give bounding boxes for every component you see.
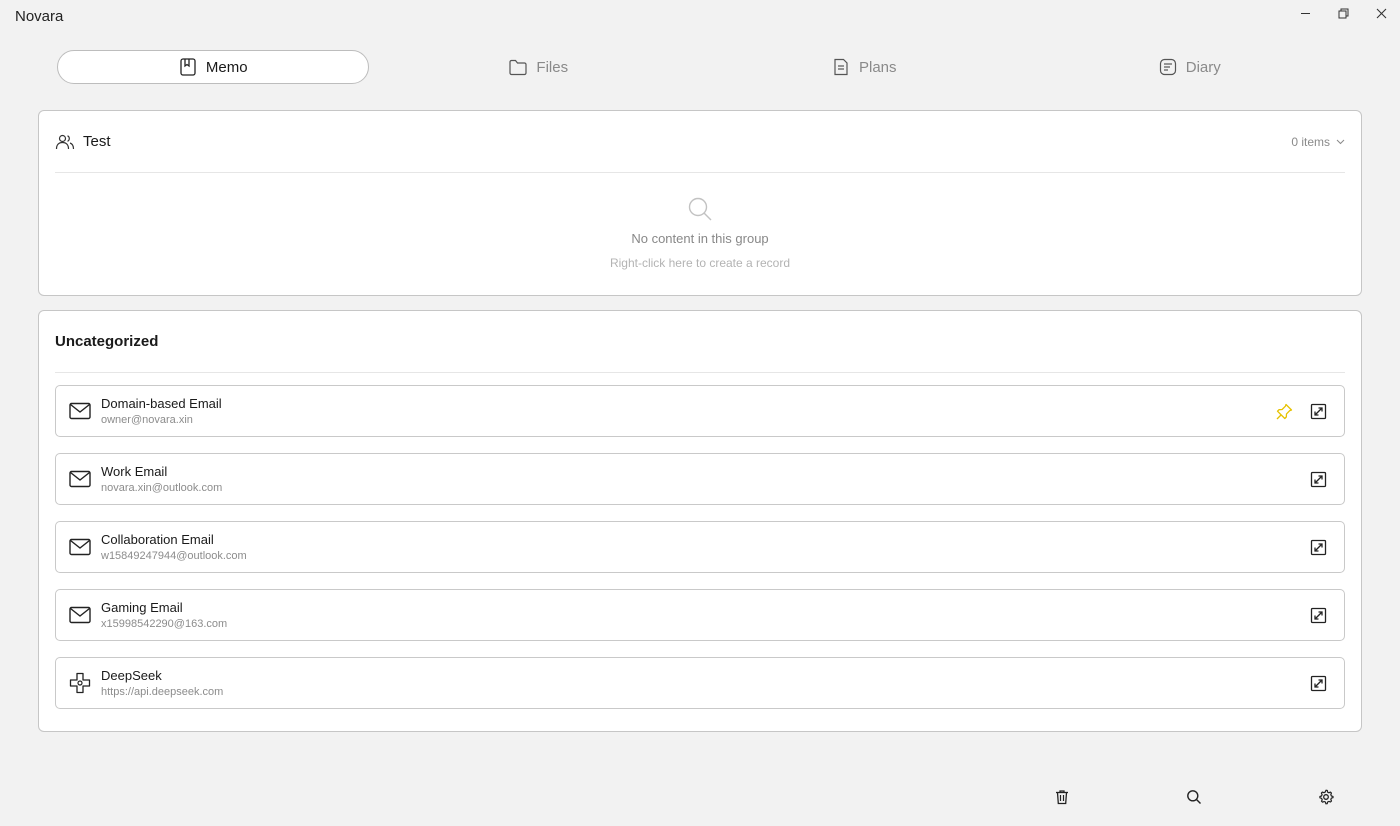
empty-title: No content in this group <box>631 231 769 246</box>
empty-state[interactable]: No content in this group Right-click her… <box>39 195 1361 270</box>
restore-icon <box>1338 8 1348 18</box>
record-subtitle: https://api.deepseek.com <box>101 686 224 698</box>
folder-icon <box>509 59 528 76</box>
pin-icon[interactable] <box>1276 403 1293 420</box>
minimize-button[interactable] <box>1286 0 1324 26</box>
group-count-label: 0 items <box>1291 134 1330 149</box>
record-subtitle: novara.xin@outlook.com <box>101 482 223 494</box>
tab-memo-label: Memo <box>205 58 248 76</box>
record-title: Gaming Email <box>101 600 183 615</box>
trash-icon <box>1056 790 1068 805</box>
record-subtitle: x15998542290@163.com <box>101 618 228 630</box>
record-item[interactable]: Domain-based Email owner@novara.xin <box>55 385 1345 437</box>
close-icon <box>1376 8 1386 18</box>
tab-files-label: Files <box>536 58 569 76</box>
chevron-down-icon <box>1336 139 1345 145</box>
record-subtitle: w15849247944@outlook.com <box>101 550 247 562</box>
record-title: Collaboration Email <box>101 532 214 547</box>
search-icon <box>688 197 712 221</box>
group-count[interactable]: 0 items <box>1291 135 1345 149</box>
record-subtitle: owner@novara.xin <box>101 414 193 426</box>
document-icon <box>834 58 848 76</box>
search-icon <box>1187 790 1201 804</box>
main-tabs: Memo Files Plans Diary <box>57 50 1345 84</box>
search-button[interactable] <box>1180 783 1208 811</box>
tab-files[interactable]: Files <box>383 50 695 84</box>
record-item[interactable]: Collaboration Email w15849247944@outlook… <box>55 521 1345 573</box>
close-button[interactable] <box>1362 0 1400 26</box>
record-item[interactable]: Work Email novara.xin@outlook.com <box>55 453 1345 505</box>
record-title: DeepSeek <box>101 668 162 683</box>
open-external-icon[interactable] <box>1310 539 1327 556</box>
record-item[interactable]: DeepSeek https://api.deepseek.com <box>55 657 1345 709</box>
open-external-icon[interactable] <box>1310 403 1327 420</box>
group-panel-test[interactable]: Test 0 items No content in this group Ri… <box>38 110 1362 296</box>
mail-icon <box>69 538 91 556</box>
group-title: Uncategorized <box>55 333 159 350</box>
record-item[interactable]: Gaming Email x15998542290@163.com <box>55 589 1345 641</box>
tab-diary[interactable]: Diary <box>1034 50 1346 84</box>
tab-plans[interactable]: Plans <box>708 50 1020 84</box>
tab-plans-label: Plans <box>858 58 897 76</box>
record-title: Work Email <box>101 464 168 479</box>
mail-icon <box>69 606 91 624</box>
record-title: Domain-based Email <box>101 396 222 411</box>
group-panel-uncategorized[interactable]: Uncategorized Domain-based Email owner@n… <box>38 310 1362 732</box>
group-title: Test <box>83 133 111 150</box>
open-external-icon[interactable] <box>1310 607 1327 624</box>
window-controls <box>1286 0 1400 28</box>
gear-icon <box>1319 789 1334 805</box>
bottom-toolbar <box>0 780 1400 814</box>
restore-button[interactable] <box>1324 0 1362 26</box>
note-icon <box>1159 58 1176 76</box>
group-header: Uncategorized <box>55 311 1345 373</box>
tab-diary-label: Diary <box>1185 58 1221 76</box>
app-title: Novara <box>15 8 64 25</box>
mail-icon <box>69 402 91 420</box>
record-list: Domain-based Email owner@novara.xin Work… <box>55 385 1345 725</box>
mail-icon <box>69 470 91 488</box>
bookmark-icon <box>180 58 196 76</box>
tab-memo[interactable]: Memo <box>57 50 369 84</box>
open-external-icon[interactable] <box>1310 471 1327 488</box>
open-external-icon[interactable] <box>1310 675 1327 692</box>
trash-button[interactable] <box>1048 783 1076 811</box>
clover-icon <box>69 672 91 694</box>
title-bar: Novara <box>0 0 1400 34</box>
group-header[interactable]: Test 0 items <box>55 111 1345 173</box>
empty-hint: Right-click here to create a record <box>609 256 791 270</box>
people-icon <box>55 134 75 149</box>
minimize-icon <box>1300 12 1310 14</box>
settings-button[interactable] <box>1312 783 1340 811</box>
